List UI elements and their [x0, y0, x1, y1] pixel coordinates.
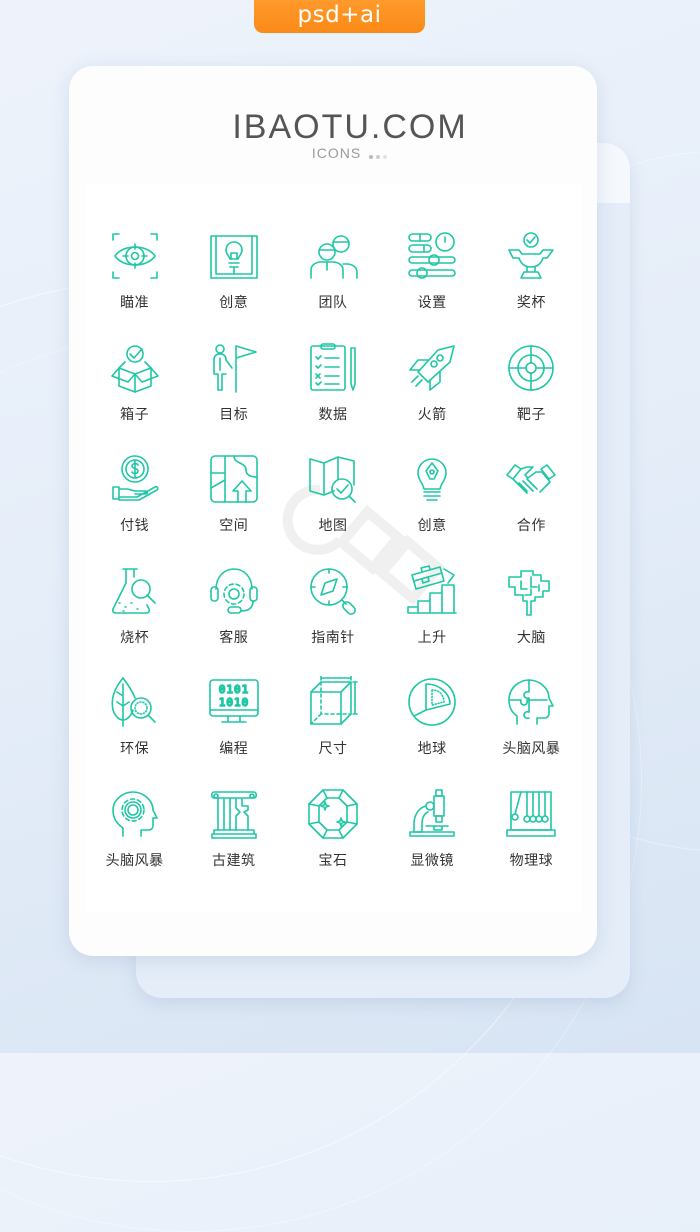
icon-item[interactable]: 大脑	[482, 559, 581, 671]
icon-item[interactable]: 创意	[383, 447, 482, 559]
icon-item[interactable]: 宝石	[283, 782, 382, 894]
gem-icon	[308, 789, 358, 839]
monitor-binary-icon: 0101 1010	[208, 679, 259, 724]
headset-gear-icon	[209, 567, 258, 614]
icon-item[interactable]: 目标	[184, 336, 283, 448]
icon-label: 指南针	[311, 629, 355, 646]
settings-sliders-icon	[408, 232, 456, 279]
format-badge: psd+ai	[254, 0, 425, 33]
icon-item[interactable]: 头脑风暴	[85, 782, 184, 894]
icon-item[interactable]: 地图	[283, 447, 382, 559]
cube-dimension-icon	[310, 676, 358, 726]
icon-item[interactable]: 合作	[482, 447, 581, 559]
icon-label: 团队	[318, 295, 348, 311]
target-icon	[508, 344, 555, 391]
icon-label: 空间	[219, 518, 249, 535]
column-ruin-icon	[210, 791, 257, 839]
icon-item[interactable]: 古建筑	[184, 782, 283, 894]
brain-icon	[508, 569, 551, 616]
icon-label: 物理球	[509, 852, 554, 869]
icon-label: 大脑	[516, 629, 546, 646]
map-arrow-icon	[209, 455, 258, 503]
icon-label: 付钱	[120, 518, 150, 535]
compass-search-icon	[310, 567, 356, 615]
icon-label: 显微镜	[410, 852, 454, 869]
head-gear-icon	[111, 791, 158, 837]
briefcase-growth-icon	[407, 564, 457, 614]
bulb-pen-icon	[417, 458, 447, 501]
icon-item[interactable]: 付钱	[85, 447, 184, 559]
icon-item[interactable]: 团队	[283, 224, 382, 336]
icon-item[interactable]: 火箭	[383, 336, 482, 448]
icon-label: 烧杯	[120, 629, 150, 646]
icon-item[interactable]: 尺寸	[283, 670, 382, 782]
icon-label: 数据	[318, 406, 348, 423]
icon-label: 宝石	[318, 852, 348, 869]
icon-label: 合作	[516, 518, 546, 535]
hand-coin-icon	[111, 455, 159, 501]
flask-search-icon	[111, 567, 156, 614]
icon-label: 奖杯	[516, 295, 546, 311]
icon-label: 头脑风暴	[502, 741, 561, 758]
icon-label: 地图	[318, 518, 348, 535]
icon-item[interactable]: 设置	[383, 224, 482, 336]
icon-item[interactable]: 环保	[85, 670, 184, 782]
icon-label: 箱子	[120, 406, 150, 423]
icon-item[interactable]: 上升	[383, 559, 482, 671]
icon-label: 古建筑	[212, 852, 256, 869]
icon-label: 目标	[219, 406, 249, 423]
icon-item[interactable]: 显微镜	[383, 782, 482, 894]
leaf-search-icon	[111, 677, 156, 728]
icon-item[interactable]: 创意	[184, 224, 283, 336]
icon-item[interactable]: 奖杯	[482, 224, 581, 336]
earth-core-icon	[408, 678, 456, 727]
brand-subtitle: ICONS	[0, 145, 700, 162]
icon-grid: 瞄准 创意 团队 设置 奖杯 箱子 目标 数据 火箭 靶子 付钱 空间 地图 创…	[85, 224, 581, 894]
icon-item[interactable]: 物理球	[482, 782, 581, 894]
icon-item[interactable]: 头脑风暴	[482, 670, 581, 782]
icon-item[interactable]: 烧杯	[85, 559, 184, 671]
icon-label: 环保	[120, 741, 150, 758]
icon-label: 瞄准	[120, 295, 150, 311]
icon-item[interactable]: 空间	[184, 447, 283, 559]
team-icon	[310, 235, 358, 279]
icon-item[interactable]: 数据	[283, 336, 382, 448]
icon-label: 上升	[417, 629, 447, 646]
trophy-icon	[508, 232, 555, 279]
brand-title: IBAOTU.COM	[232, 108, 468, 146]
eye-target-icon	[111, 233, 158, 279]
handshake-icon	[506, 464, 557, 494]
icon-label: 火箭	[417, 406, 447, 423]
icon-label: 地球	[417, 741, 447, 758]
lightbulb-book-icon	[209, 235, 258, 279]
icon-item[interactable]: 客服	[184, 559, 283, 671]
microscope-icon	[409, 789, 455, 837]
newtons-cradle-icon	[506, 791, 557, 837]
clipboard-checklist-icon	[310, 342, 356, 391]
icon-label: 尺寸	[318, 741, 348, 758]
icon-label: 创意	[219, 295, 249, 311]
icon-item[interactable]: 0101 1010 编程	[184, 670, 283, 782]
icon-label: 创意	[417, 518, 447, 535]
icon-label: 编程	[219, 741, 249, 758]
rocket-icon	[409, 344, 455, 391]
svg-text:1010: 1010	[219, 696, 250, 709]
head-puzzle-icon	[508, 679, 555, 726]
icon-label: 靶子	[516, 406, 546, 423]
icon-label: 头脑风暴	[105, 852, 164, 869]
map-check-icon	[309, 456, 356, 503]
icon-item[interactable]: 箱子	[85, 336, 184, 448]
box-check-icon	[110, 344, 159, 393]
icon-item[interactable]: 靶子	[482, 336, 581, 448]
subtitle-text: ICONS	[311, 145, 362, 161]
person-flag-icon	[212, 343, 257, 393]
icon-label: 设置	[417, 295, 447, 311]
svg-text:0101: 0101	[219, 683, 250, 696]
icon-item[interactable]: 地球	[383, 670, 482, 782]
dots-decoration	[367, 146, 388, 162]
icon-item[interactable]: 指南针	[283, 559, 382, 671]
icon-item[interactable]: 瞄准	[85, 224, 184, 336]
icon-label: 客服	[219, 629, 249, 646]
